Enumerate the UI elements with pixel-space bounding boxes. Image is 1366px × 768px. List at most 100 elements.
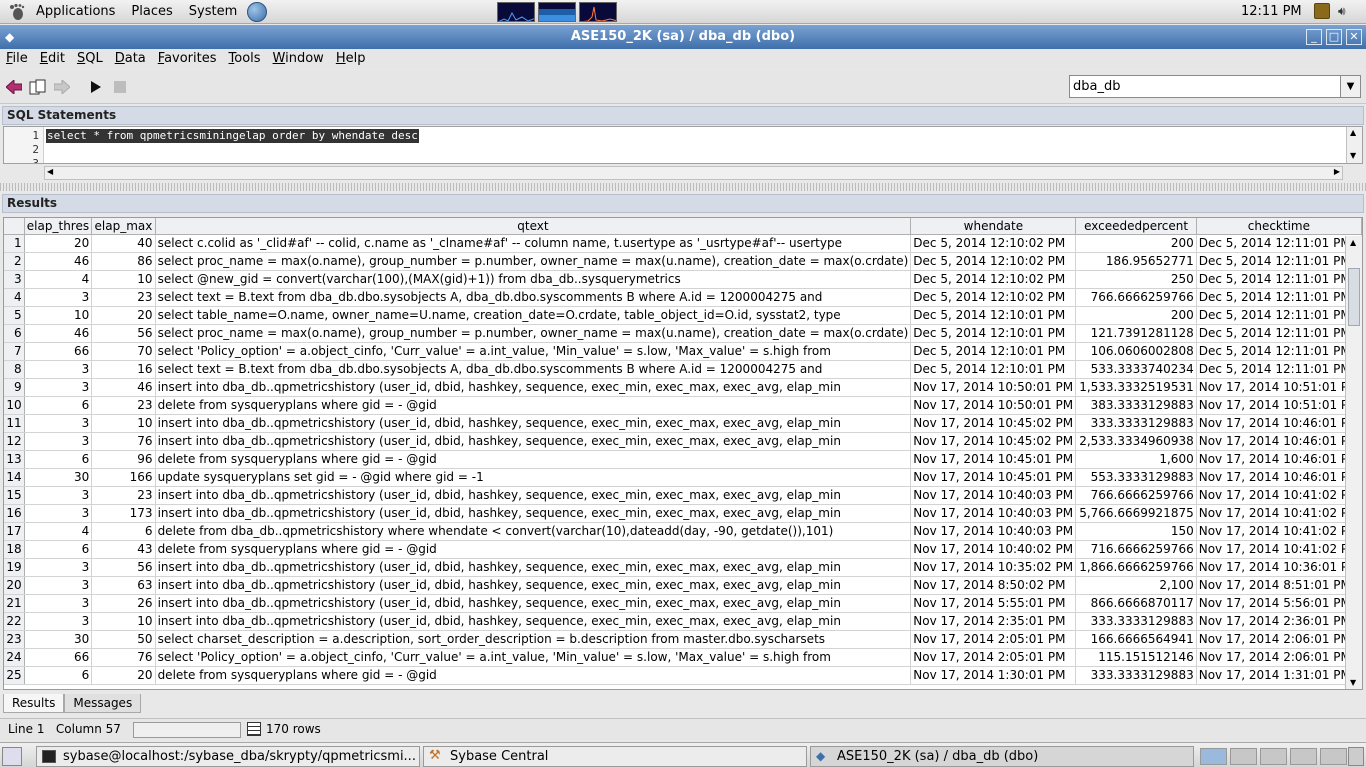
table-cell[interactable]: update sysqueryplans set gid = - @gid wh…: [155, 468, 912, 487]
table-row[interactable]: 4 3 23 select text = B.text from dba_db.dbo…: [4, 288, 1362, 307]
table-cell[interactable]: 76: [91, 432, 156, 451]
table-cell[interactable]: 30: [24, 630, 93, 649]
table-cell[interactable]: Dec 5, 2014 12:11:01 PM: [1196, 234, 1362, 253]
table-cell[interactable]: insert into dba_db..qpmetricshistory (us…: [155, 594, 912, 613]
workspace-5[interactable]: [1320, 748, 1347, 765]
table-row[interactable]: 17 4 6 delete from dba_db..qpmetricshistory…: [4, 522, 1362, 541]
table-cell[interactable]: Nov 17, 2014 10:41:02 PM: [1196, 504, 1362, 523]
sql-statement-text[interactable]: select * from qpmetricsminingelap order …: [46, 129, 419, 143]
menu-window[interactable]: Window: [267, 49, 330, 69]
column-header-exceededpercent[interactable]: exceededpercent: [1075, 218, 1197, 235]
table-cell[interactable]: Nov 17, 2014 10:46:01 PM: [1196, 414, 1362, 433]
scroll-left-icon[interactable]: ◀: [47, 167, 53, 176]
table-row[interactable]: 10 6 23 delete from sysqueryplans where gid…: [4, 396, 1362, 415]
table-cell[interactable]: Nov 17, 2014 2:36:01 PM: [1196, 612, 1362, 631]
table-row[interactable]: 2 46 86 select proc_name = max(o.name), gro…: [4, 252, 1362, 271]
table-cell[interactable]: Nov 17, 2014 10:50:01 PM: [910, 396, 1077, 415]
table-row[interactable]: 8 3 16 select text = B.text from dba_db.dbo…: [4, 360, 1362, 379]
row-number-cell[interactable]: 1: [4, 234, 25, 253]
table-cell[interactable]: 10: [91, 414, 156, 433]
column-header-whendate[interactable]: whendate: [910, 218, 1077, 235]
table-cell[interactable]: 333.3333129883: [1075, 414, 1197, 433]
table-row[interactable]: 16 3 173 insert into dba_db..qpmetricshisto…: [4, 504, 1362, 523]
table-cell[interactable]: select proc_name = max(o.name), group_nu…: [155, 324, 912, 343]
table-cell[interactable]: select charset_description = a.descripti…: [155, 630, 912, 649]
row-number-cell[interactable]: 14: [4, 468, 25, 487]
table-cell[interactable]: 3: [24, 594, 93, 613]
table-cell[interactable]: Nov 17, 2014 10:46:01 PM: [1196, 432, 1362, 451]
table-cell[interactable]: 76: [91, 648, 156, 667]
row-number-cell[interactable]: 23: [4, 630, 25, 649]
table-cell[interactable]: Nov 17, 2014 10:45:02 PM: [910, 432, 1077, 451]
menu-tools[interactable]: Tools: [223, 49, 267, 69]
menu-sql[interactable]: SQL: [71, 49, 109, 69]
task-terminal[interactable]: sybase@localhost:/sybase_dba/skrypty/qpm…: [36, 746, 420, 767]
table-cell[interactable]: Dec 5, 2014 12:11:01 PM: [1196, 252, 1362, 271]
table-cell[interactable]: 3: [24, 486, 93, 505]
scroll-down-icon[interactable]: ▼: [1350, 678, 1356, 687]
table-cell[interactable]: select proc_name = max(o.name), group_nu…: [155, 252, 912, 271]
sql-editor[interactable]: 1 2 3 select * from qpmetricsminingelap …: [3, 126, 1363, 164]
applications-menu[interactable]: Applications: [28, 0, 123, 24]
scroll-right-icon[interactable]: ▶: [1334, 167, 1340, 176]
table-cell[interactable]: Nov 17, 2014 10:40:03 PM: [910, 486, 1077, 505]
places-menu[interactable]: Places: [123, 0, 180, 24]
update-notifier-icon[interactable]: [1314, 3, 1330, 19]
table-cell[interactable]: select @new_gid = convert(varchar(100),(…: [155, 270, 912, 289]
row-number-cell[interactable]: 12: [4, 432, 25, 451]
clock[interactable]: 12:11 PM: [1241, 0, 1302, 24]
table-cell[interactable]: Dec 5, 2014 12:11:01 PM: [1196, 342, 1362, 361]
table-cell[interactable]: Nov 17, 2014 10:35:02 PM: [910, 558, 1077, 577]
table-cell[interactable]: Nov 17, 2014 5:55:01 PM: [910, 594, 1077, 613]
row-number-cell[interactable]: 19: [4, 558, 25, 577]
tab-messages[interactable]: Messages: [64, 694, 142, 713]
minimize-button[interactable]: _: [1306, 29, 1322, 45]
table-cell[interactable]: 2,100: [1075, 576, 1197, 595]
table-row[interactable]: 21 3 26 insert into dba_db..qpmetricshistor…: [4, 594, 1362, 613]
table-cell[interactable]: 16: [91, 360, 156, 379]
table-row[interactable]: 18 6 43 delete from sysqueryplans where gid…: [4, 540, 1362, 559]
table-cell[interactable]: delete from sysqueryplans where gid = - …: [155, 450, 912, 469]
table-cell[interactable]: 3: [24, 504, 93, 523]
table-cell[interactable]: Nov 17, 2014 10:45:01 PM: [910, 468, 1077, 487]
table-cell[interactable]: 86: [91, 252, 156, 271]
table-cell[interactable]: select c.colid as '_clid#af' -- colid, c…: [155, 234, 912, 253]
table-cell[interactable]: select text = B.text from dba_db.dbo.sys…: [155, 360, 912, 379]
table-cell[interactable]: insert into dba_db..qpmetricshistory (us…: [155, 486, 912, 505]
row-number-cell[interactable]: 16: [4, 504, 25, 523]
table-cell[interactable]: Nov 17, 2014 2:05:01 PM: [910, 648, 1077, 667]
table-cell[interactable]: 553.3333129883: [1075, 468, 1197, 487]
table-cell[interactable]: 23: [91, 396, 156, 415]
row-number-cell[interactable]: 4: [4, 288, 25, 307]
table-cell[interactable]: Nov 17, 2014 1:30:01 PM: [910, 666, 1077, 685]
table-cell[interactable]: Nov 17, 2014 10:40:03 PM: [910, 522, 1077, 541]
table-cell[interactable]: Nov 17, 2014 10:45:01 PM: [910, 450, 1077, 469]
table-row[interactable]: 12 3 76 insert into dba_db..qpmetricshistor…: [4, 432, 1362, 451]
menu-file[interactable]: File: [0, 49, 34, 69]
workspace-3[interactable]: [1260, 748, 1287, 765]
table-cell[interactable]: 3: [24, 612, 93, 631]
table-cell[interactable]: Nov 17, 2014 10:40:03 PM: [910, 504, 1077, 523]
table-cell[interactable]: 20: [91, 306, 156, 325]
row-number-cell[interactable]: 22: [4, 612, 25, 631]
table-cell[interactable]: 173: [91, 504, 156, 523]
table-cell[interactable]: 1,600: [1075, 450, 1197, 469]
table-cell[interactable]: 6: [24, 450, 93, 469]
table-cell[interactable]: Nov 17, 2014 2:05:01 PM: [910, 630, 1077, 649]
table-cell[interactable]: select 'Policy_option' = a.object_cinfo,…: [155, 342, 912, 361]
table-cell[interactable]: 20: [24, 234, 93, 253]
history-icon[interactable]: [28, 77, 48, 97]
table-cell[interactable]: 866.6666870117: [1075, 594, 1197, 613]
table-cell[interactable]: 250: [1075, 270, 1197, 289]
table-cell[interactable]: 26: [91, 594, 156, 613]
table-cell[interactable]: Dec 5, 2014 12:11:01 PM: [1196, 270, 1362, 289]
window-titlebar[interactable]: ◆ ASE150_2K (sa) / dba_db (dbo) _ □ ✕: [0, 25, 1366, 49]
table-cell[interactable]: 10: [24, 306, 93, 325]
table-cell[interactable]: 333.3333129883: [1075, 666, 1197, 685]
table-row[interactable]: 11 3 10 insert into dba_db..qpmetricshistor…: [4, 414, 1362, 433]
table-cell[interactable]: 20: [91, 666, 156, 685]
table-row[interactable]: 5 10 20 select table_name=O.name, owner_nam…: [4, 306, 1362, 325]
table-row[interactable]: 14 30 166 update sysqueryplans set gid = - …: [4, 468, 1362, 487]
table-cell[interactable]: 40: [91, 234, 156, 253]
row-number-cell[interactable]: 25: [4, 666, 25, 685]
